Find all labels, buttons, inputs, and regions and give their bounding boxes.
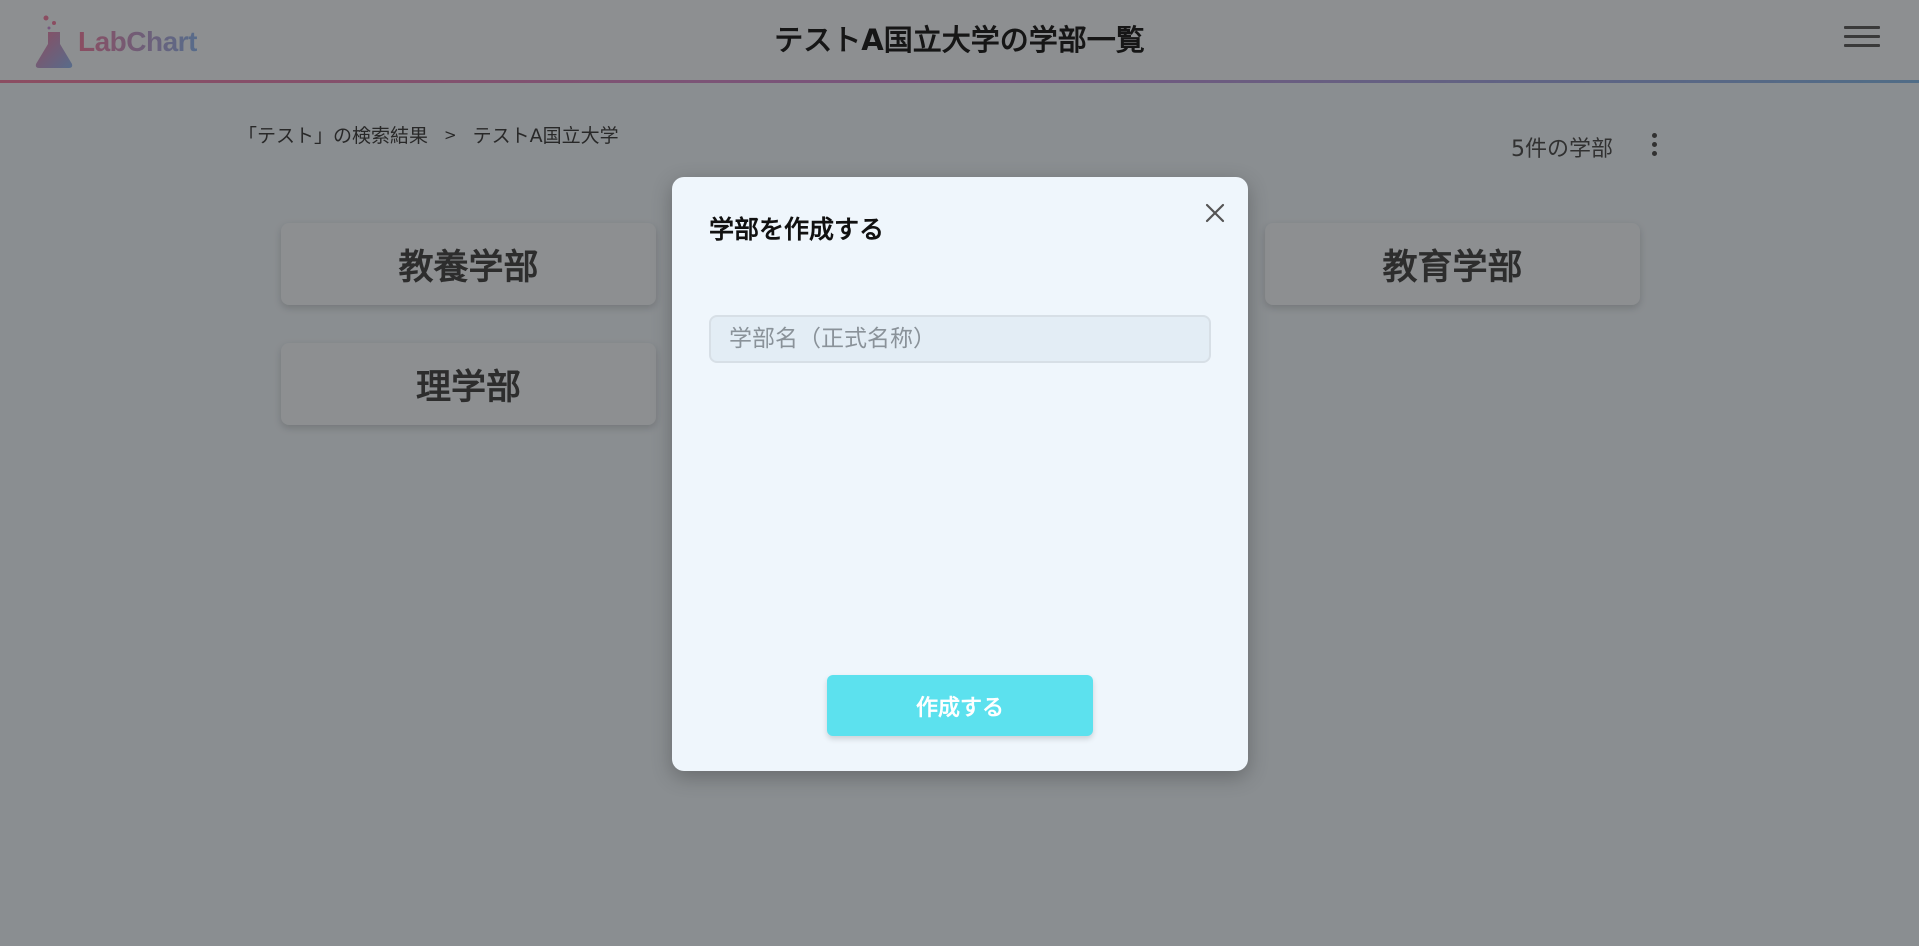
create-faculty-dialog: 学部を作成する 作成する <box>672 177 1248 771</box>
faculty-name-input[interactable] <box>709 315 1211 363</box>
create-button[interactable]: 作成する <box>827 675 1093 736</box>
dialog-title: 学部を作成する <box>709 215 885 244</box>
close-icon[interactable] <box>1201 199 1229 227</box>
